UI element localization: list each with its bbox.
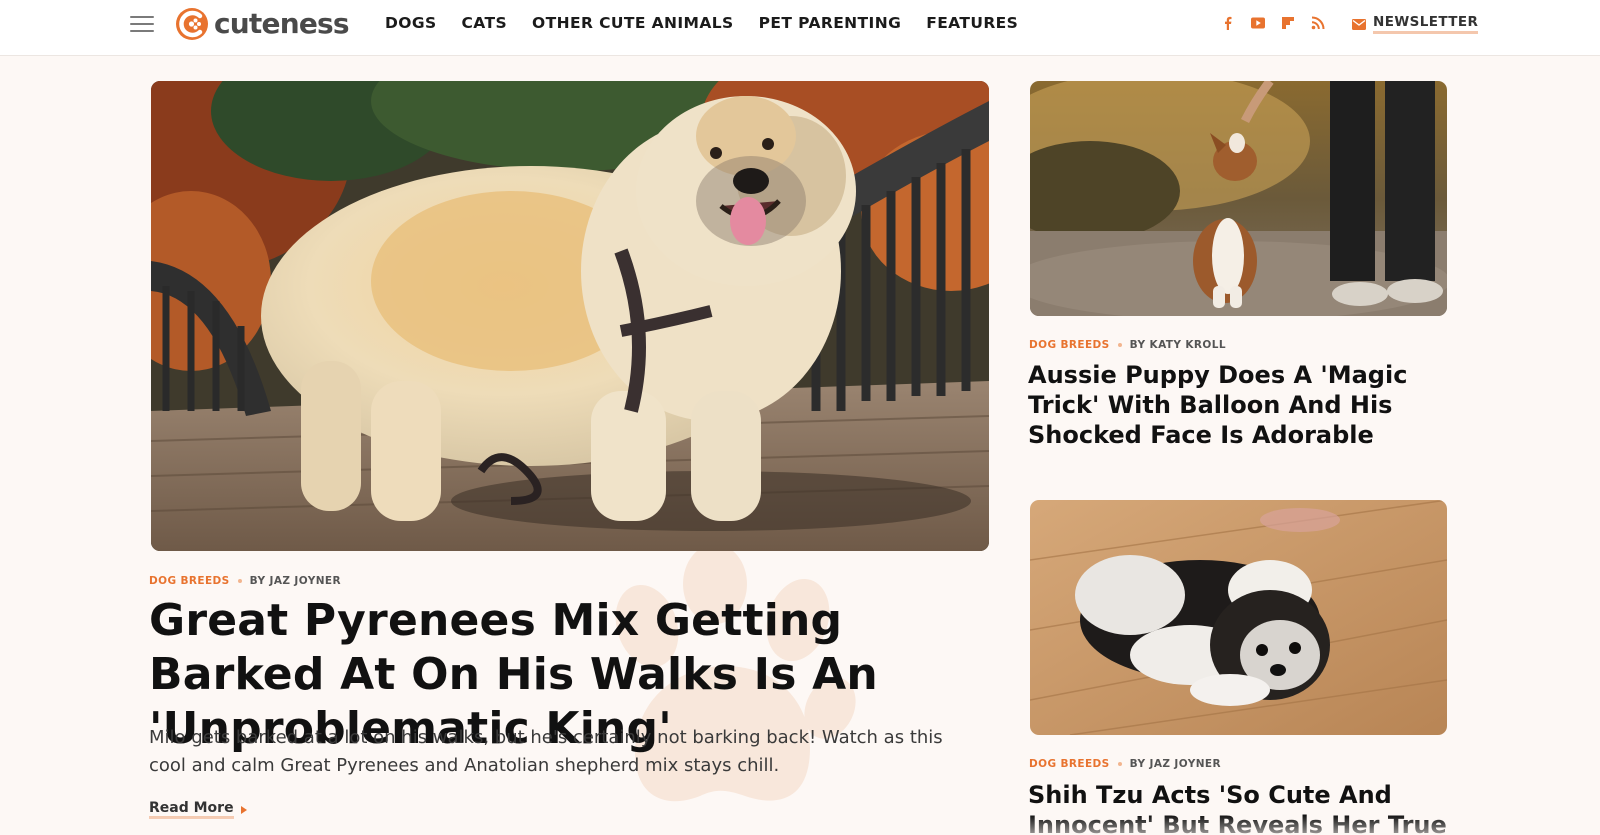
site-logo[interactable]: cuteness	[175, 4, 350, 44]
site-header: cuteness DOGS CATS OTHER CUTE ANIMALS PE…	[0, 0, 1600, 56]
newsletter-link[interactable]: NEWSLETTER	[1352, 14, 1479, 34]
facebook-icon[interactable]	[1220, 15, 1236, 31]
read-more-link[interactable]: Read More	[149, 800, 247, 819]
meta-separator	[1117, 762, 1122, 766]
flipboard-icon[interactable]	[1280, 15, 1296, 31]
nav-item-features[interactable]: FEATURES	[926, 14, 1018, 32]
side-story-image[interactable]	[1030, 500, 1447, 735]
shih-tzu-photo	[1030, 500, 1447, 735]
logo-text: cuteness	[214, 7, 350, 40]
social-links	[1220, 15, 1340, 31]
lead-story-dek: Milo gets barked at a lot on his walks, …	[149, 727, 943, 776]
great-pyrenees-photo	[151, 81, 989, 551]
byline[interactable]: BY JAZ JOYNER	[1130, 758, 1221, 770]
byline[interactable]: BY JAZ JOYNER	[250, 575, 341, 587]
side-story-meta: DOG BREEDS BY KATY KROLL	[1029, 339, 1226, 351]
lead-story-image[interactable]	[151, 81, 989, 551]
mail-icon	[1352, 18, 1366, 30]
main-nav: DOGS CATS OTHER CUTE ANIMALS PET PARENTI…	[385, 14, 1043, 32]
nav-item-cats[interactable]: CATS	[462, 14, 508, 32]
nav-item-dogs[interactable]: DOGS	[385, 14, 437, 32]
read-more-label: Read More	[149, 800, 234, 819]
menu-icon[interactable]	[130, 14, 154, 34]
meta-separator	[1117, 343, 1122, 347]
rss-icon[interactable]	[1310, 15, 1326, 31]
side-story-title[interactable]: Aussie Puppy Does A 'Magic Trick' With B…	[1028, 360, 1448, 450]
logo-icon	[176, 8, 208, 40]
side-story-title[interactable]: Shih Tzu Acts 'So Cute And Innocent' But…	[1028, 780, 1448, 835]
newsletter-label: NEWSLETTER	[1373, 14, 1479, 34]
youtube-icon[interactable]	[1250, 15, 1266, 31]
category-tag[interactable]: DOG BREEDS	[1029, 339, 1110, 351]
side-story-meta: DOG BREEDS BY JAZ JOYNER	[1029, 758, 1221, 770]
nav-item-pet-parenting[interactable]: PET PARENTING	[759, 14, 902, 32]
nav-item-other-cute-animals[interactable]: OTHER CUTE ANIMALS	[532, 14, 734, 32]
byline[interactable]: BY KATY KROLL	[1130, 339, 1226, 351]
aussie-puppy-photo	[1030, 81, 1447, 316]
side-story-image[interactable]	[1030, 81, 1447, 316]
category-tag[interactable]: DOG BREEDS	[149, 575, 230, 587]
lead-story-meta: DOG BREEDS BY JAZ JOYNER	[149, 575, 341, 587]
meta-separator	[237, 579, 242, 583]
category-tag[interactable]: DOG BREEDS	[1029, 758, 1110, 770]
play-arrow-icon	[240, 805, 247, 814]
